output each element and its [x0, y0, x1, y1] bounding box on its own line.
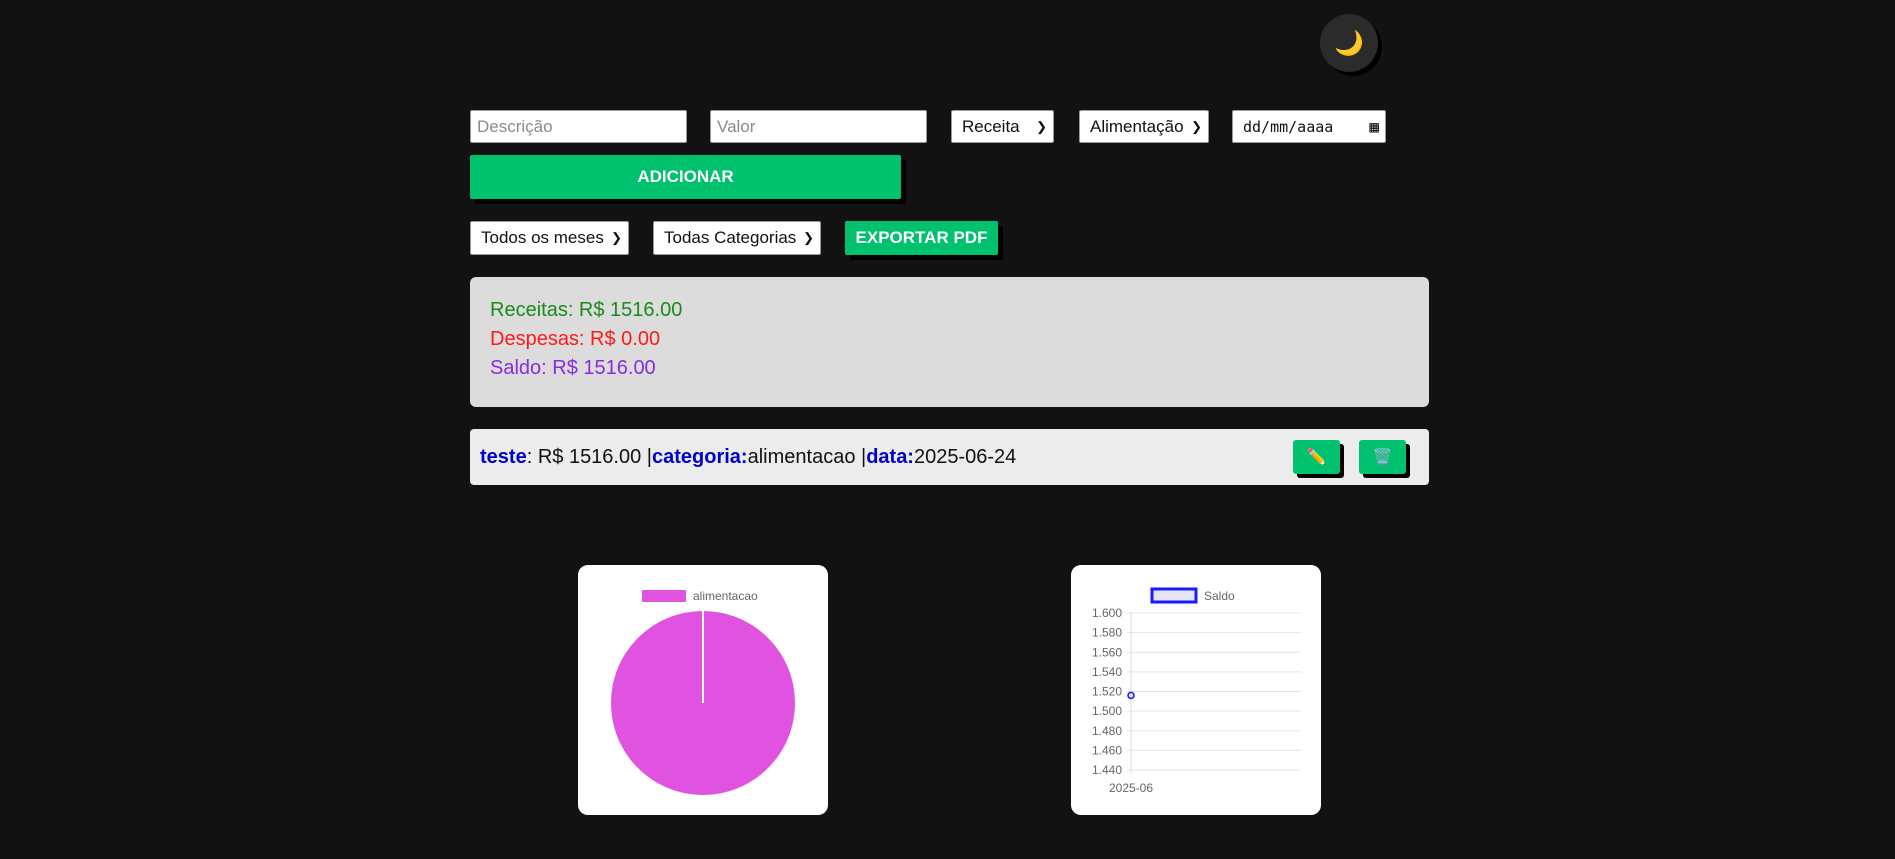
- income-total: Receitas: R$ 1516.00: [490, 299, 683, 321]
- chevron-down-icon: ❯: [1036, 118, 1047, 134]
- x-tick-label: 2025-06: [1109, 781, 1153, 795]
- chevron-down-icon: ❯: [1191, 118, 1202, 134]
- y-tick-label: 1.460: [1092, 743, 1122, 757]
- transaction-date: 2025-06-24: [913, 445, 1017, 468]
- y-tick-label: 1.560: [1092, 645, 1122, 659]
- date-input[interactable]: dd/mm/aaaa ▦: [1232, 110, 1386, 143]
- export-pdf-button[interactable]: EXPORTAR PDF: [845, 221, 998, 255]
- export-pdf-label: EXPORTAR PDF: [855, 228, 988, 247]
- expenses-total: Despesas: R$ 0.00: [490, 328, 661, 350]
- type-select[interactable]: Receita ❯: [951, 110, 1054, 143]
- moon-icon: 🌙: [1334, 29, 1364, 57]
- transaction-description: teste: [480, 445, 527, 468]
- balance-total: Saldo: R$ 1516.00: [490, 357, 656, 379]
- type-select-value: Receita: [962, 116, 1020, 136]
- transaction-value: : R$ 1516.00 |: [526, 445, 652, 468]
- category-select-value: Alimentação: [1090, 116, 1184, 136]
- date-input-placeholder: dd/mm/aaaa: [1243, 117, 1334, 136]
- value-input[interactable]: [710, 110, 927, 143]
- balance-line-chart: Saldo 1.600 1.580 1.560 1.540 1.520 1.500 1.480…: [1092, 587, 1301, 795]
- add-button-label: ADICIONAR: [637, 167, 734, 186]
- trash-icon: 🗑️: [1372, 449, 1393, 466]
- balance-line-chart-card: Saldo 1.600 1.580 1.560 1.540 1.520 1.500 1.480…: [1071, 565, 1321, 815]
- data-point: [1127, 691, 1135, 700]
- y-tick-label: 1.580: [1092, 626, 1122, 640]
- line-legend-label: Saldo: [1204, 589, 1235, 603]
- edit-button[interactable]: ✏️: [1293, 440, 1340, 474]
- description-input[interactable]: [470, 110, 687, 143]
- category-label: categoria:: [652, 445, 748, 468]
- theme-toggle-button[interactable]: 🌙: [1320, 14, 1378, 72]
- y-tick-label: 1.440: [1092, 763, 1122, 777]
- pencil-icon: ✏️: [1306, 449, 1327, 466]
- y-tick-label: 1.520: [1092, 685, 1122, 699]
- category-pie-chart: alimentacao: [611, 589, 795, 795]
- pie-legend-swatch: [642, 590, 686, 602]
- date-label: data:: [866, 445, 914, 468]
- y-tick-label: 1.480: [1092, 724, 1122, 738]
- y-tick-label: 1.540: [1092, 665, 1122, 679]
- category-pie-chart-card: alimentacao: [578, 565, 828, 815]
- pie-legend-label: alimentacao: [693, 589, 758, 603]
- month-filter-select[interactable]: Todos os meses ❯: [470, 221, 629, 255]
- summary-panel: Receitas: R$ 1516.00 Despesas: R$ 0.00 S…: [470, 277, 1429, 407]
- chevron-down-icon: ❯: [611, 230, 622, 245]
- category-filter-select[interactable]: Todas Categorias ❯: [653, 221, 821, 255]
- transaction-row: teste: R$ 1516.00 | categoria: alimentac…: [470, 429, 1429, 485]
- category-filter-value: Todas Categorias: [664, 228, 797, 247]
- chevron-down-icon: ❯: [803, 230, 814, 245]
- add-button[interactable]: ADICIONAR: [470, 155, 901, 199]
- y-tick-label: 1.600: [1092, 606, 1122, 620]
- calendar-icon: ▦: [1369, 117, 1379, 136]
- y-tick-label: 1.500: [1092, 704, 1122, 718]
- line-legend-swatch: [1150, 587, 1198, 604]
- month-filter-value: Todos os meses: [481, 228, 604, 247]
- transaction-category: alimentacao |: [747, 445, 867, 468]
- category-select[interactable]: Alimentação ❯: [1079, 110, 1209, 143]
- delete-button[interactable]: 🗑️: [1359, 440, 1406, 474]
